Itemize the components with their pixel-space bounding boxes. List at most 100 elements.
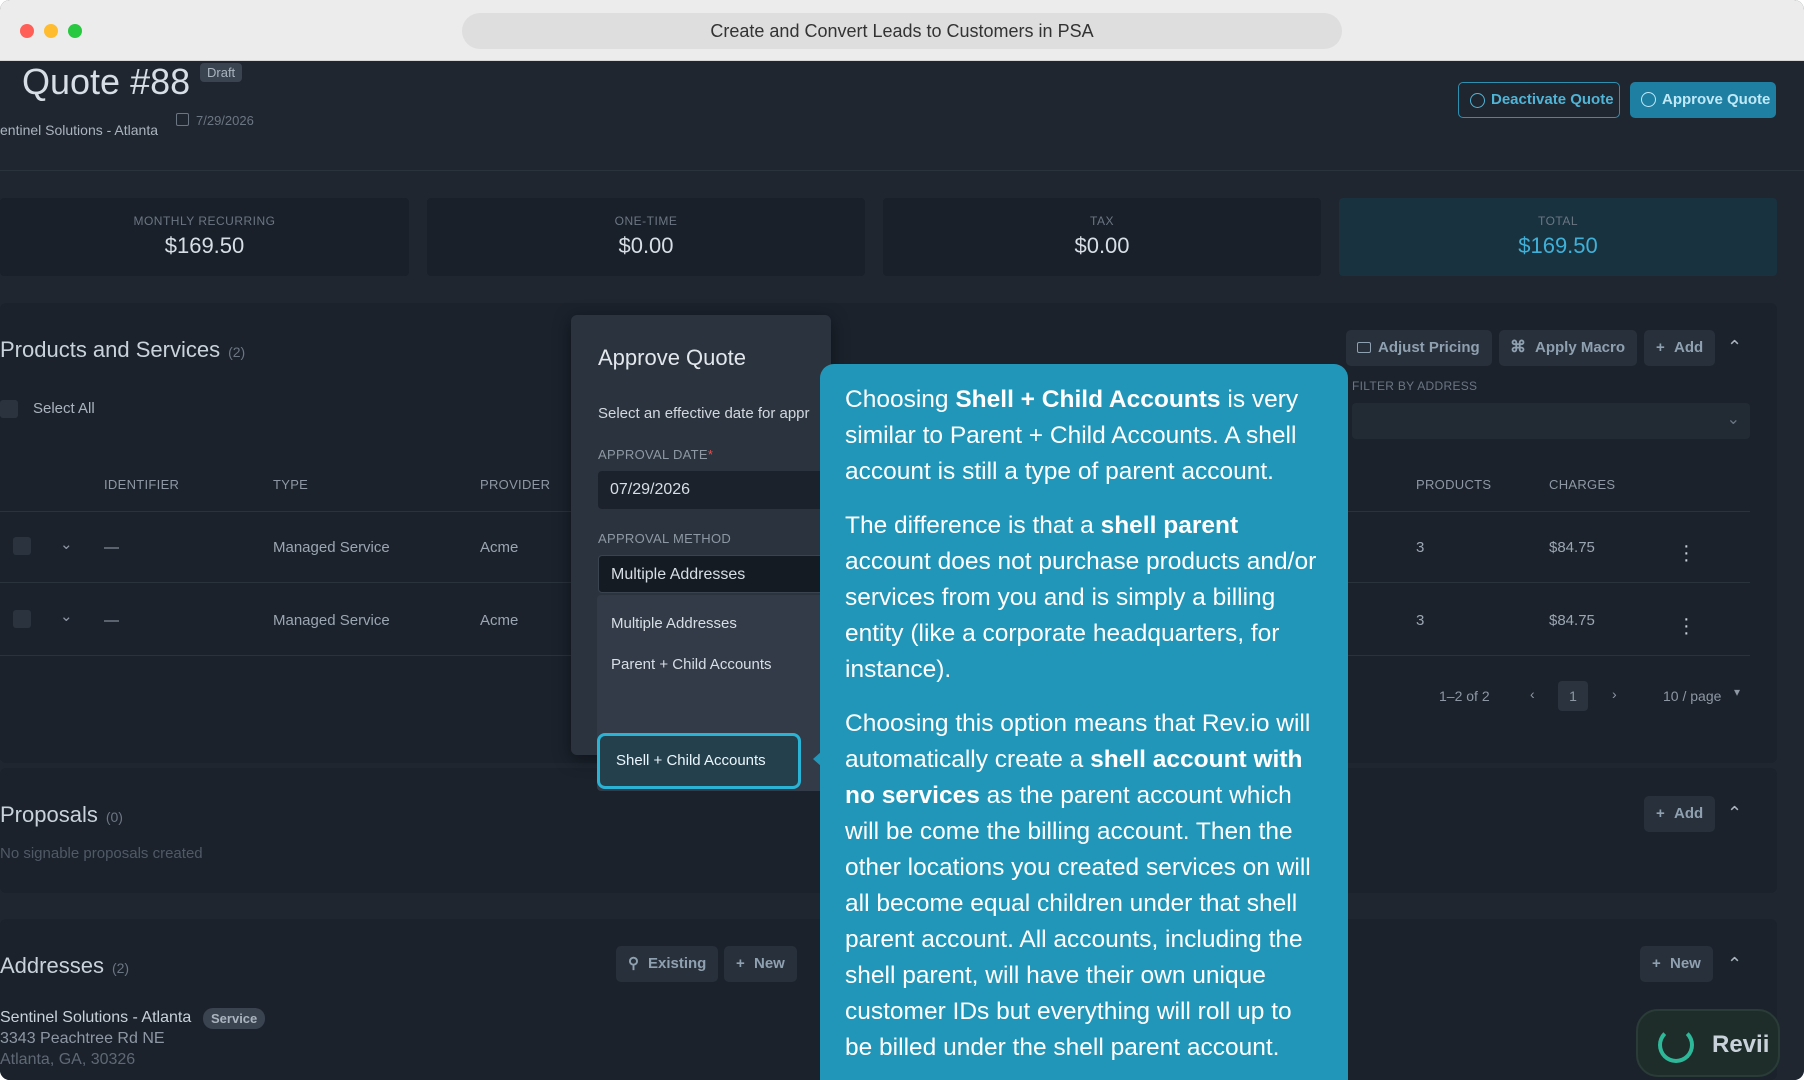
- minimize-window-button[interactable]: [44, 24, 58, 38]
- filter-address-label: FILTER BY ADDRESS: [1352, 379, 1478, 393]
- tooltip-text: account does not purchase products and/o…: [845, 548, 1317, 683]
- tooltip-bold: shell parent: [1100, 512, 1239, 539]
- tooltip-bold: Shell + Child Accounts: [955, 386, 1221, 413]
- proposals-empty-text: No signable proposals created: [0, 845, 203, 862]
- plus-icon: +: [1656, 339, 1665, 356]
- new-address-button[interactable]: + New: [724, 946, 797, 982]
- tooltip-text: The difference is that a: [845, 512, 1101, 539]
- header-divider: [0, 170, 1804, 171]
- add-proposal-button[interactable]: + Add: [1644, 796, 1716, 832]
- revii-assistant-button[interactable]: Revii: [1636, 1009, 1780, 1077]
- monthly-recurring-card: MONTHLY RECURRING $169.50: [0, 198, 409, 276]
- deactivate-quote-button[interactable]: Deactivate Quote: [1458, 82, 1620, 118]
- plus-icon: +: [1656, 805, 1665, 822]
- pager-range: 1–2 of 2: [1439, 688, 1490, 704]
- plus-icon: +: [1652, 955, 1661, 972]
- option-shell-child[interactable]: Shell + Child Accounts: [597, 733, 801, 789]
- collapse-proposals-icon[interactable]: ⌃: [1727, 803, 1742, 824]
- existing-address-label: Existing: [648, 955, 707, 972]
- apply-macro-label: Apply Macro: [1535, 339, 1626, 356]
- filter-address-select[interactable]: ⌄: [1352, 403, 1750, 439]
- expand-row-icon[interactable]: ⌄: [60, 535, 73, 553]
- summary-value: $0.00: [618, 233, 674, 258]
- approve-quote-label: Approve Quote: [1662, 91, 1771, 108]
- app-content: Quote #88 Draft entinel Solutions - Atla…: [0, 61, 1804, 1080]
- row-provider: Acme: [480, 612, 519, 629]
- select-all-label[interactable]: Select All: [33, 400, 95, 417]
- total-card: TOTAL $169.50: [1339, 198, 1777, 276]
- new-address-button-right[interactable]: + New: [1640, 946, 1713, 982]
- window-title: Create and Convert Leads to Customers in…: [462, 13, 1342, 49]
- approval-date-input[interactable]: 07/29/2026: [598, 471, 838, 509]
- tutorial-tooltip: Choosing Shell + Child Accounts is very …: [820, 364, 1348, 1080]
- existing-address-button[interactable]: ⚲ Existing: [616, 946, 719, 982]
- tooltip-text: Choosing: [845, 386, 956, 413]
- proposals-title-text: Proposals: [0, 802, 98, 827]
- option-parent-child[interactable]: Parent + Child Accounts: [611, 656, 772, 673]
- products-title: Products and Services (2): [0, 337, 245, 363]
- revii-label: Revii: [1712, 1031, 1770, 1058]
- address-name: Sentinel Solutions - Atlanta: [0, 1009, 192, 1026]
- quote-date: 7/29/2026: [196, 113, 254, 128]
- adjust-pricing-button[interactable]: Adjust Pricing: [1346, 330, 1492, 366]
- row-menu-icon[interactable]: · · ·: [1683, 536, 1690, 570]
- page-number-button[interactable]: 1: [1558, 681, 1588, 711]
- page-size-chevron-icon: ▾: [1734, 685, 1741, 699]
- col-provider[interactable]: PROVIDER: [480, 477, 550, 492]
- col-products[interactable]: PRODUCTS: [1416, 477, 1491, 492]
- summary-label: TAX: [1090, 214, 1114, 228]
- next-page-icon[interactable]: ›: [1612, 686, 1617, 702]
- tooltip-text: as the parent account which will be come…: [845, 782, 1311, 1061]
- summary-value: $0.00: [1074, 233, 1130, 258]
- add-proposal-label: Add: [1674, 805, 1704, 822]
- app-window: Create and Convert Leads to Customers in…: [0, 0, 1804, 1080]
- close-window-button[interactable]: [20, 24, 34, 38]
- apply-macro-button[interactable]: ⌘ Apply Macro: [1499, 330, 1638, 366]
- row-charges: $84.75: [1549, 539, 1595, 556]
- option-shell-child-label: Shell + Child Accounts: [616, 752, 766, 769]
- zoom-window-button[interactable]: [68, 24, 82, 38]
- select-all-checkbox[interactable]: [0, 400, 18, 418]
- macro-icon: ⌘: [1510, 339, 1526, 356]
- add-product-button[interactable]: + Add: [1644, 330, 1716, 366]
- prev-page-icon[interactable]: ‹: [1530, 686, 1535, 702]
- row-identifier: —: [104, 539, 119, 556]
- col-charges[interactable]: CHARGES: [1549, 477, 1615, 492]
- row-menu-icon[interactable]: · · ·: [1683, 609, 1690, 643]
- row-checkbox[interactable]: [13, 537, 31, 555]
- row-identifier: —: [104, 612, 119, 629]
- proposals-count: (0): [105, 809, 123, 825]
- col-identifier[interactable]: IDENTIFIER: [104, 477, 179, 492]
- approve-quote-button[interactable]: Approve Quote: [1630, 82, 1776, 118]
- addresses-count: (2): [111, 960, 130, 976]
- expand-row-icon[interactable]: ⌄: [60, 607, 73, 625]
- summary-value: $169.50: [1518, 233, 1598, 258]
- page-size-select[interactable]: 10 / page: [1663, 688, 1721, 704]
- row-checkbox[interactable]: [13, 610, 31, 628]
- addresses-title: Addresses (2): [0, 953, 129, 979]
- collapse-addresses-icon[interactable]: ⌃: [1727, 954, 1742, 975]
- plus-icon: +: [736, 955, 745, 972]
- approval-method-label: APPROVAL METHOD: [598, 531, 732, 546]
- address-street: 3343 Peachtree Rd NE: [0, 1030, 165, 1047]
- summary-label: TOTAL: [1537, 214, 1579, 228]
- modal-description: Select an effective date for appr: [598, 405, 810, 422]
- title-bar: Create and Convert Leads to Customers in…: [0, 0, 1804, 61]
- adjust-pricing-label: Adjust Pricing: [1378, 339, 1480, 356]
- summary-label: MONTHLY RECURRING: [133, 214, 276, 228]
- summary-label: ONE-TIME: [614, 214, 678, 228]
- option-multiple-addresses[interactable]: Multiple Addresses: [611, 615, 737, 632]
- tooltip-paragraph-1: Choosing Shell + Child Accounts is very …: [845, 382, 1322, 490]
- approval-method-select[interactable]: Multiple Addresses: [598, 555, 838, 593]
- approval-date-label: APPROVAL DATE*: [598, 447, 713, 462]
- account-link[interactable]: entinel Solutions - Atlanta: [0, 122, 158, 138]
- deactivate-quote-label: Deactivate Quote: [1491, 91, 1614, 108]
- service-badge: Service: [203, 1008, 266, 1029]
- one-time-card: ONE-TIME $0.00: [427, 198, 865, 276]
- modal-title: Approve Quote: [598, 345, 746, 370]
- col-type[interactable]: TYPE: [273, 477, 308, 492]
- collapse-products-icon[interactable]: ⌃: [1727, 337, 1742, 358]
- add-product-label: Add: [1674, 339, 1704, 356]
- tax-card: TAX $0.00: [883, 198, 1321, 276]
- status-badge: Draft: [200, 63, 243, 82]
